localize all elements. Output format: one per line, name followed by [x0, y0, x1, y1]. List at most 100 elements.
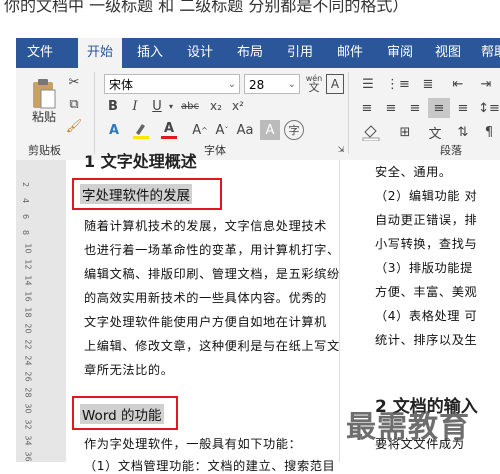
multilevel-list-icon[interactable]: ≣ [416, 74, 440, 94]
numbering-icon[interactable]: ⋮≡ [386, 74, 410, 94]
right-column-line[interactable]: （3）排版功能提 [375, 258, 473, 276]
watermark-logo: 最需教育 [346, 410, 470, 445]
highlight-color-icon[interactable] [130, 120, 152, 140]
separator [348, 72, 349, 154]
text-effects-icon[interactable]: A [104, 120, 124, 140]
justify-icon[interactable]: ≡ [428, 98, 450, 118]
ruler-number: 28 [23, 387, 33, 398]
font-size-select[interactable]: 28 ⌄ [244, 74, 300, 94]
vertical-ruler: 2 4 6 8 10 12 14 16 18 20 22 24 26 28 30 32 34 36 [16, 160, 67, 462]
tab-layout[interactable]: 布局 [228, 38, 272, 68]
paste-label[interactable]: 粘贴 [32, 108, 56, 125]
right-column-line[interactable]: 安全、通用。 [375, 162, 452, 180]
ruler-number: 24 [23, 355, 33, 366]
underline-button[interactable]: U [148, 96, 166, 116]
caption-text: 你的文档中 一级标题 和 二级标题 分别都是不同的格式） [4, 0, 409, 15]
paragraph-line[interactable]: 文字处理软件能使用户方便自如地在计算机 [84, 312, 327, 330]
heading-1[interactable]: 字处理软件的发展 [80, 184, 192, 204]
heading-2[interactable]: Word 的功能 [80, 404, 164, 424]
paragraph-line[interactable]: 的高效实用新技术的一些具体内容。优秀的 [84, 288, 327, 306]
ruler-number: 2 [21, 181, 31, 188]
paragraph-line[interactable]: 作为字处理软件，一般具有如下功能： [84, 434, 301, 452]
paste-icon[interactable] [28, 76, 60, 112]
decrease-indent-icon[interactable]: ⇤ [446, 74, 470, 94]
ruler-number: 30 [23, 403, 33, 414]
align-right-icon[interactable]: ≡ [404, 98, 426, 118]
paragraph-line[interactable]: 章所无法比的。 [84, 360, 174, 378]
shading-icon[interactable] [360, 122, 382, 142]
bold-button[interactable]: B [104, 96, 122, 116]
ruler-number: 18 [23, 307, 33, 318]
paragraph-group-label: 段落 [440, 144, 462, 157]
font-name-select[interactable]: 宋体 ⌄ [104, 74, 240, 94]
right-column-line[interactable]: 统计、排序以及生 [375, 330, 477, 348]
italic-button[interactable]: I [126, 96, 144, 116]
column-divider [339, 160, 340, 462]
bullets-icon[interactable]: ☰ [356, 74, 380, 94]
ruler-number: 32 [23, 419, 33, 430]
format-painter-icon[interactable]: 🖌 [66, 118, 83, 134]
subscript-button[interactable]: x₂ [206, 96, 226, 116]
paragraph-line[interactable]: 上编辑、修改文章，这种便利是与在纸上写文 [84, 336, 340, 354]
ruler-number: 20 [23, 323, 33, 334]
character-border-icon[interactable]: A [326, 74, 344, 94]
font-group-label: 字体 [204, 144, 226, 157]
paragraph-line[interactable]: （1）文档管理功能：文档的建立、搜索范目 [84, 456, 335, 474]
right-column-line[interactable]: 方便、丰富、美观 [375, 282, 477, 300]
ruler-number: 16 [23, 291, 33, 302]
right-column-line[interactable]: （2）编辑功能 对 [375, 186, 477, 204]
cut-icon[interactable]: ✂ [66, 74, 82, 90]
change-case-icon[interactable]: Aa [234, 120, 256, 140]
separator [94, 72, 95, 154]
tab-mailings[interactable]: 邮件 [328, 38, 372, 68]
right-column-line[interactable]: 自动更正错误，排 [375, 210, 477, 228]
character-shading-icon[interactable]: A [260, 120, 280, 140]
tab-insert[interactable]: 插入 [128, 38, 172, 68]
ruler-number: 26 [23, 371, 33, 382]
partial-heading: 1 文字处理概述 [84, 152, 197, 171]
shrink-font-icon[interactable]: Aˇ [212, 120, 232, 140]
paragraph-line[interactable]: 随着计算机技术的发展，文字信息处理技术 [84, 216, 327, 234]
right-column-line[interactable]: 小写转换，查找与 [375, 234, 477, 252]
tab-home[interactable]: 开始 [78, 38, 122, 68]
ruler-number: 22 [23, 339, 33, 350]
ruler-number: 34 [23, 435, 33, 446]
align-center-icon[interactable]: ≡ [380, 98, 402, 118]
tab-review[interactable]: 审阅 [378, 38, 422, 68]
chevron-down-icon: ⌄ [287, 79, 296, 90]
font-color-icon[interactable]: A [158, 120, 180, 140]
increase-indent-icon[interactable]: ⇥ [474, 74, 498, 94]
asian-layout-icon[interactable]: 文 [424, 122, 446, 142]
tab-file[interactable]: 文件 [18, 38, 62, 68]
ruler-number: 36 [23, 451, 33, 462]
clipboard-group-label: 剪贴板 [28, 144, 61, 157]
ruler-number: 14 [23, 275, 33, 286]
tab-help[interactable]: 帮助 [474, 38, 500, 68]
phonetic-guide-icon[interactable]: wén 文 [304, 72, 324, 94]
chevron-down-icon: ⌄ [227, 79, 236, 90]
dialog-launcher-icon[interactable]: ⇲ [336, 144, 346, 154]
borders-icon[interactable]: ⊞ [394, 122, 416, 142]
superscript-button[interactable]: x² [228, 96, 248, 116]
paragraph-line[interactable]: 也进行着一场革命性的变革，用计算机打字、 [84, 240, 340, 258]
tab-references[interactable]: 引用 [278, 38, 322, 68]
font-name-value: 宋体 [109, 78, 134, 92]
line-spacing-icon[interactable]: ↕≡ [478, 98, 500, 118]
ruler-number: 12 [23, 259, 33, 270]
paragraph-line[interactable]: 编辑文稿、排版印刷、管理文档，是五彩缤纷 [84, 264, 340, 282]
tab-design[interactable]: 设计 [178, 38, 222, 68]
distributed-icon[interactable]: ≡ [452, 98, 474, 118]
tab-view[interactable]: 视图 [426, 38, 470, 68]
grow-font-icon[interactable]: A ^ [190, 120, 210, 140]
copy-icon[interactable]: ⧉ [66, 96, 82, 112]
show-marks-icon[interactable]: ¶ [478, 122, 500, 142]
align-left-icon[interactable]: ≡ [356, 98, 378, 118]
enclose-characters-icon[interactable]: 字 [284, 120, 304, 140]
ruler-number: 6 [21, 213, 31, 220]
ruler-number: 8 [21, 229, 31, 236]
chevron-down-icon[interactable]: ▾ [166, 96, 176, 116]
right-column-line[interactable]: （4）表格处理 可 [375, 306, 477, 324]
sort-icon[interactable]: ⇅ [452, 122, 474, 142]
strikethrough-button[interactable]: abc [178, 96, 202, 116]
ruler-number: 10 [23, 243, 33, 254]
